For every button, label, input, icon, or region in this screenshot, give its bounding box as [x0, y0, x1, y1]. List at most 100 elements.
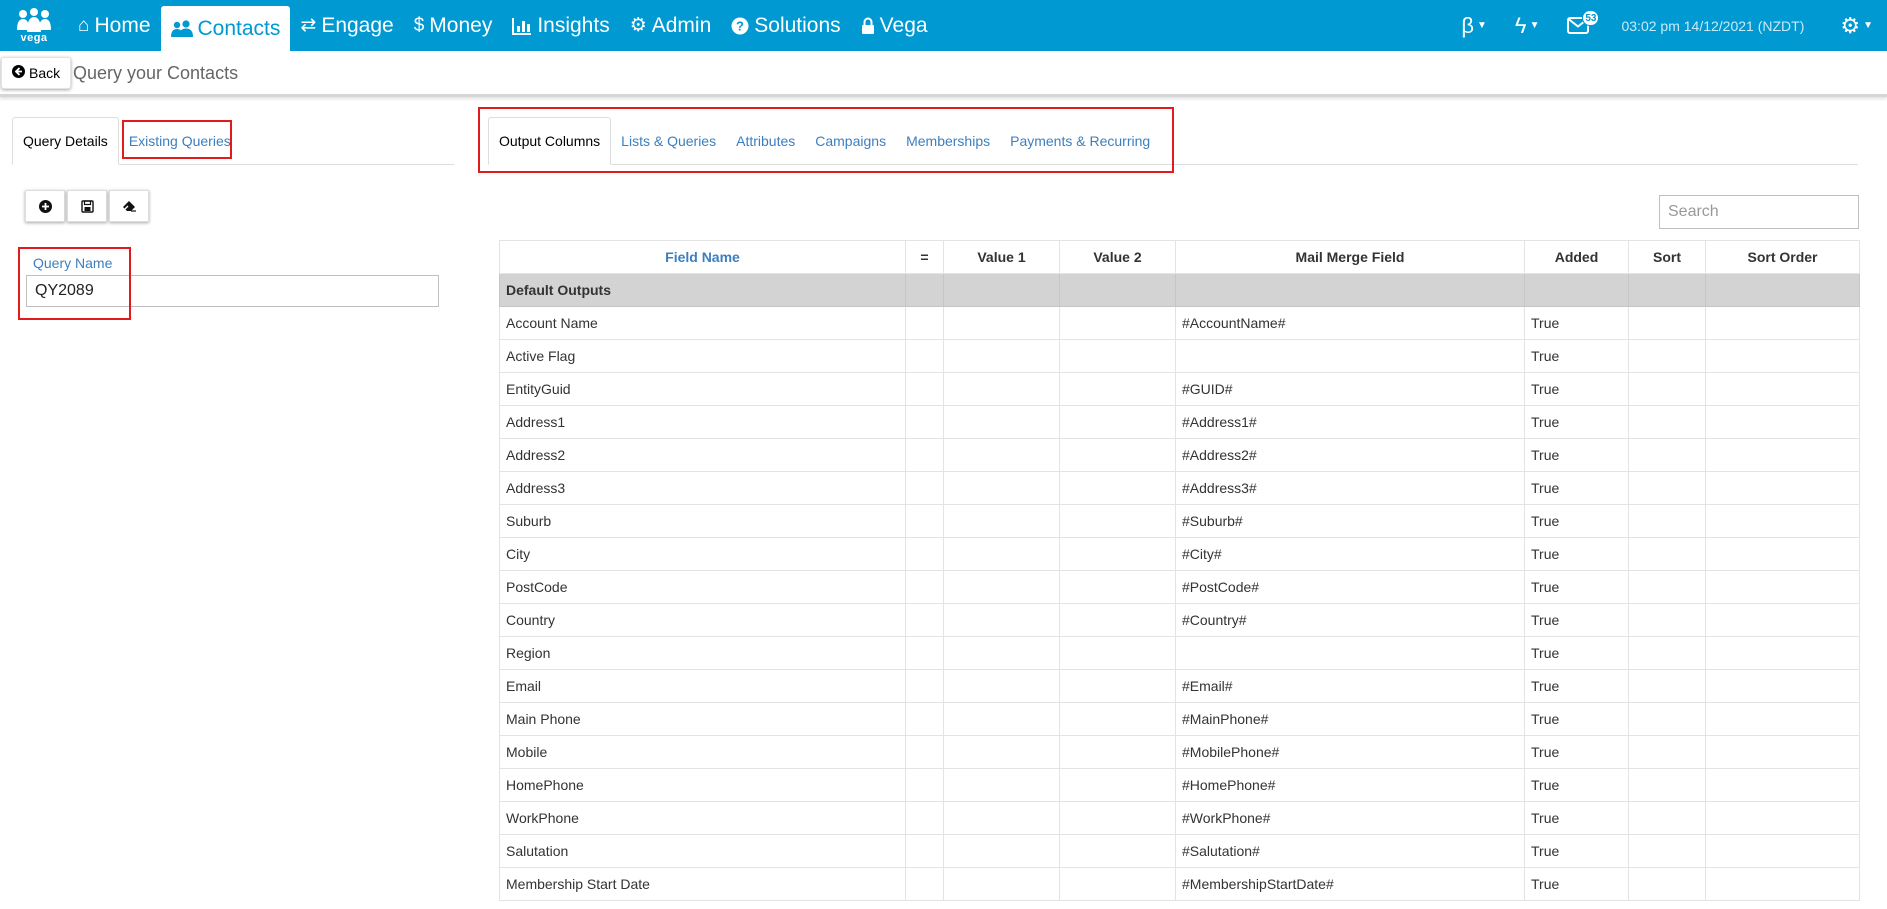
- table-row[interactable]: Salutation #Salutation# True: [499, 834, 1860, 868]
- mail-merge-cell: #Address3#: [1175, 471, 1525, 505]
- tab-campaigns[interactable]: Campaigns: [805, 117, 896, 165]
- table-row[interactable]: HomePhone #HomePhone# True: [499, 768, 1860, 802]
- lock-icon: [861, 17, 875, 35]
- tab-memberships[interactable]: Memberships: [896, 117, 1000, 165]
- value1-cell: [943, 405, 1060, 439]
- tab-lists-queries[interactable]: Lists & Queries: [611, 117, 726, 165]
- table-row[interactable]: WorkPhone #WorkPhone# True: [499, 801, 1860, 835]
- dollar-icon: $: [413, 14, 425, 36]
- nav-vega-label: Vega: [879, 13, 928, 37]
- sort-order-cell: [1705, 405, 1860, 439]
- nav-vega[interactable]: Vega: [851, 0, 938, 51]
- sort-cell: [1628, 537, 1706, 571]
- tab-output-columns[interactable]: Output Columns: [488, 117, 612, 165]
- added-cell: True: [1524, 768, 1629, 802]
- clear-query-button[interactable]: [109, 190, 149, 222]
- field-cell: WorkPhone: [499, 801, 906, 835]
- tab-query-details[interactable]: Query Details: [12, 117, 119, 165]
- value1-cell: [943, 702, 1060, 736]
- datetime-display: 03:02 pm 14/12/2021 (NZDT): [1621, 17, 1805, 34]
- sort-cell: [1628, 735, 1706, 769]
- vega-logo[interactable]: vega: [0, 0, 68, 51]
- home-icon: ⌂: [78, 14, 90, 36]
- col-value2[interactable]: Value 2: [1059, 240, 1176, 274]
- equals-cell: [905, 768, 944, 802]
- nav-money-label: Money: [429, 13, 493, 37]
- caret-down-icon: ▼: [1529, 20, 1540, 31]
- added-cell: True: [1524, 339, 1629, 373]
- query-name-input[interactable]: [26, 275, 439, 307]
- value2-cell: [1059, 405, 1176, 439]
- sort-order-cell: [1705, 768, 1860, 802]
- table-row[interactable]: Address1 #Address1# True: [499, 405, 1860, 439]
- table-row[interactable]: Country #Country# True: [499, 603, 1860, 637]
- mail-button[interactable]: 53: [1567, 10, 1600, 34]
- col-added[interactable]: Added: [1524, 240, 1629, 274]
- equals-cell: [905, 801, 944, 835]
- table-row[interactable]: Email #Email# True: [499, 669, 1860, 703]
- col-mail-merge[interactable]: Mail Merge Field: [1175, 240, 1525, 274]
- equals-cell: [905, 339, 944, 373]
- sort-cell: [1628, 801, 1706, 835]
- group-row-default-outputs[interactable]: Default Outputs: [499, 273, 1860, 307]
- save-query-button[interactable]: [67, 190, 107, 222]
- tab-payments-recurring[interactable]: Payments & Recurring: [1000, 117, 1160, 165]
- added-cell: True: [1524, 801, 1629, 835]
- value1-cell: [943, 867, 1060, 901]
- nav-admin[interactable]: ⚙ Admin: [620, 0, 722, 51]
- table-row[interactable]: Active Flag True: [499, 339, 1860, 373]
- settings-menu[interactable]: ⚙ ▼: [1840, 13, 1873, 39]
- nav-home[interactable]: ⌂ Home: [68, 0, 161, 51]
- table-row[interactable]: Main Phone #MainPhone# True: [499, 702, 1860, 736]
- table-row[interactable]: City #City# True: [499, 537, 1860, 571]
- col-equals[interactable]: =: [905, 240, 944, 274]
- output-columns-grid: Field Name = Value 1 Value 2 Mail Merge …: [499, 240, 1860, 901]
- table-row[interactable]: Address3 #Address3# True: [499, 471, 1860, 505]
- sort-cell: [1628, 669, 1706, 703]
- table-row[interactable]: EntityGuid #GUID# True: [499, 372, 1860, 406]
- sort-cell: [1628, 867, 1706, 901]
- nav-solutions[interactable]: ? Solutions: [721, 0, 850, 51]
- sort-order-cell: [1705, 603, 1860, 637]
- sort-order-cell: [1705, 570, 1860, 604]
- tab-existing-queries[interactable]: Existing Queries: [119, 117, 241, 165]
- svg-text:?: ?: [736, 18, 744, 33]
- value1-cell: [943, 471, 1060, 505]
- table-row[interactable]: Membership Start Date #MembershipStartDat…: [499, 867, 1860, 901]
- added-cell: True: [1524, 438, 1629, 472]
- beta-menu[interactable]: β ▼: [1461, 13, 1487, 39]
- nav-insights[interactable]: Insights: [502, 0, 619, 51]
- query-right-tabs: Output Columns Lists & Queries Attribute…: [488, 117, 1858, 165]
- equals-cell: [905, 636, 944, 670]
- back-button[interactable]: Back: [1, 57, 72, 89]
- nav-money[interactable]: $ Money: [404, 0, 503, 51]
- table-row[interactable]: Address2 #Address2# True: [499, 438, 1860, 472]
- mail-merge-cell: #GUID#: [1175, 372, 1525, 406]
- new-query-button[interactable]: [25, 190, 65, 222]
- tab-attributes[interactable]: Attributes: [726, 117, 805, 165]
- col-sort[interactable]: Sort: [1628, 240, 1706, 274]
- nav-right-group: β ▼ ϟ ▼ 53 03:02 pm 14/12/2021 (NZDT) ⚙ ▼: [1447, 0, 1887, 51]
- table-row[interactable]: Region True: [499, 636, 1860, 670]
- col-field-name[interactable]: Field Name: [499, 240, 906, 274]
- equals-cell: [905, 306, 944, 340]
- field-cell: HomePhone: [499, 768, 906, 802]
- added-cell: True: [1524, 372, 1629, 406]
- search-input[interactable]: [1659, 195, 1859, 229]
- sort-cell: [1628, 768, 1706, 802]
- bolt-icon: ϟ: [1514, 12, 1527, 38]
- table-row[interactable]: Suburb #Suburb# True: [499, 504, 1860, 538]
- nav-engage[interactable]: ⇄ Engage: [290, 0, 403, 51]
- col-sort-order[interactable]: Sort Order: [1705, 240, 1860, 274]
- table-row[interactable]: Mobile #MobilePhone# True: [499, 735, 1860, 769]
- field-cell: Country: [499, 603, 906, 637]
- table-row[interactable]: PostCode #PostCode# True: [499, 570, 1860, 604]
- table-row[interactable]: Account Name #AccountName# True: [499, 306, 1860, 340]
- equals-cell: [905, 603, 944, 637]
- quick-actions-menu[interactable]: ϟ ▼: [1515, 13, 1540, 39]
- question-circle-icon: ?: [731, 17, 749, 35]
- col-value1[interactable]: Value 1: [943, 240, 1060, 274]
- top-navbar: vega ⌂ Home Contacts ⇄ Engage $ Money In…: [0, 0, 1887, 51]
- nav-contacts[interactable]: Contacts: [160, 6, 291, 51]
- sort-cell: [1628, 339, 1706, 373]
